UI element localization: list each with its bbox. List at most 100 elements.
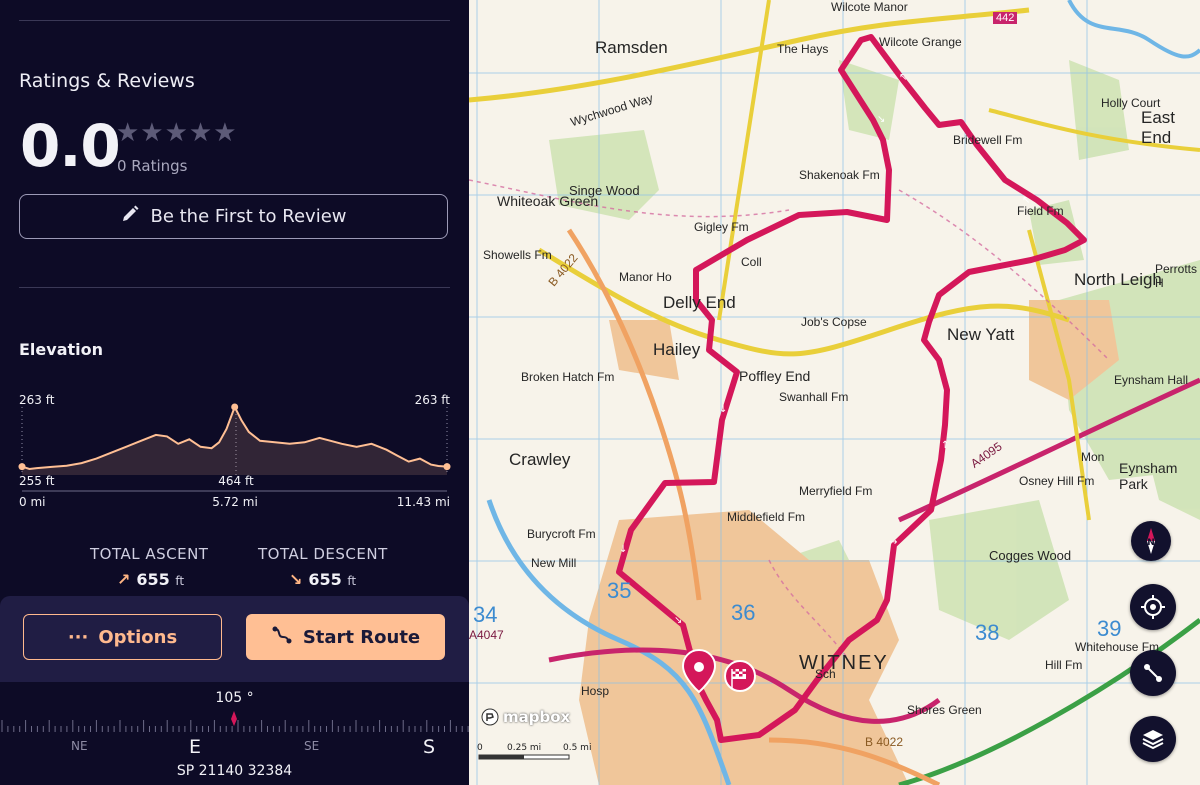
grid-number: 38 xyxy=(975,620,1000,645)
road-number: 442 xyxy=(993,12,1018,24)
grid-reference: SP 21140 32384 xyxy=(176,763,293,779)
map-label: Job's Copse xyxy=(801,315,867,329)
compass-e: E xyxy=(189,736,202,758)
map-label: Eynsham Park xyxy=(1119,460,1178,492)
start-route-button[interactable]: Start Route xyxy=(246,614,445,660)
town-area xyxy=(579,510,909,785)
map-label: Wilcote Grange xyxy=(879,35,962,49)
divider xyxy=(19,287,450,288)
road xyxy=(469,7,1030,103)
river xyxy=(1067,0,1200,59)
map-label: Burycroft Fm xyxy=(527,527,596,541)
more-icon: ··· xyxy=(67,626,89,648)
review-button-label: Be the First to Review xyxy=(150,206,347,227)
min-elevation-label: 255 ft xyxy=(19,474,55,488)
map-label: Hailey xyxy=(653,340,701,359)
compass-icon: N xyxy=(1147,528,1155,554)
map-compass-button[interactable]: N xyxy=(1131,521,1171,561)
map-view[interactable]: ↘ ↖ ↖ ↑ ↓ ↓ → ↘ Ramsden The Hays Wilcote… xyxy=(469,0,1200,785)
map-label: Wilcote Manor xyxy=(831,0,908,14)
map-label: New Mill xyxy=(531,556,577,570)
total-descent-label: TOTAL DESCENT xyxy=(258,545,388,563)
compass-s: S xyxy=(423,736,436,758)
map-label: Shakenoak Fm xyxy=(799,168,880,182)
route-arrow: ↑ xyxy=(941,440,949,451)
locate-button[interactable] xyxy=(1130,584,1176,630)
road xyxy=(717,0,771,321)
map-label: East End xyxy=(1141,108,1176,147)
grid-number: 34 xyxy=(473,602,498,627)
x-mid-label: 5.72 mi xyxy=(212,495,258,509)
map-label: The Hays xyxy=(777,42,829,56)
grid-number: 36 xyxy=(731,600,756,625)
map-label: Singe Wood xyxy=(569,183,640,198)
x-start-label: 0 mi xyxy=(19,495,45,509)
end-dot xyxy=(443,463,451,471)
rating-count: 0 Ratings xyxy=(117,157,188,175)
x-end-label: 11.43 mi xyxy=(397,495,450,509)
map-label: Eynsham Hall xyxy=(1114,373,1189,387)
crosshair-icon xyxy=(1141,595,1165,619)
map-label: Poffley End xyxy=(739,368,811,384)
map-label: North Leigh xyxy=(1074,270,1162,289)
map-label: Cogges Wood xyxy=(989,548,1072,563)
end-elevation-label: 263 ft xyxy=(415,393,451,407)
map-label: Showells Fm xyxy=(483,248,552,262)
map-label: Manor Ho xyxy=(619,270,672,284)
map-label: Bridewell Fm xyxy=(953,133,1023,147)
total-ascent-label: TOTAL ASCENT xyxy=(90,545,209,563)
map-label: Delly End xyxy=(663,293,736,312)
pencil-icon xyxy=(120,204,140,229)
scale-zero: 0 xyxy=(477,743,483,753)
descent-unit: ft xyxy=(347,574,357,588)
route-arrow: → xyxy=(889,537,897,548)
heading-value: 105 ° xyxy=(215,690,254,706)
route-arrow: ↖ xyxy=(899,72,907,83)
elevation-title: Elevation xyxy=(19,340,104,359)
map-label: Broken Hatch Fm xyxy=(521,370,615,384)
map-label: Field Fm xyxy=(1017,204,1064,218)
wood-area xyxy=(1069,60,1129,160)
route-icon xyxy=(271,625,293,650)
map-label: Mon xyxy=(1081,450,1105,464)
options-button[interactable]: ··· Options xyxy=(23,614,222,660)
start-dot xyxy=(18,463,26,471)
start-route-label: Start Route xyxy=(302,626,421,648)
start-elevation-label: 263 ft xyxy=(19,393,55,407)
map-label: Merryfield Fm xyxy=(799,484,873,498)
map-label: Perrotts H xyxy=(1155,262,1198,290)
route-overview-button[interactable] xyxy=(1130,650,1176,696)
svg-text:N: N xyxy=(1147,538,1155,548)
mapbox-icon xyxy=(481,708,499,726)
map-label: Osney Hill Fm xyxy=(1019,474,1095,488)
map-label: Swanhall Fm xyxy=(779,390,849,404)
elevation-area xyxy=(22,407,447,475)
map-label: New Yatt xyxy=(947,325,1015,344)
route-arrow: ↘ xyxy=(674,615,682,626)
layers-button[interactable] xyxy=(1130,716,1176,762)
route-arrow: ↓ xyxy=(719,404,727,415)
rating-value: 0.0 xyxy=(20,112,121,180)
map-label: B 4022 xyxy=(865,735,904,749)
review-button[interactable]: Be the First to Review xyxy=(19,194,448,239)
route-details-panel: Ratings & Reviews 0.0 ★★★★★ 0 Ratings Be… xyxy=(0,0,469,785)
heading-needle xyxy=(231,711,237,726)
scale-mid: 0.25 mi xyxy=(507,743,542,753)
map-label: Crawley xyxy=(509,450,571,469)
layers-icon xyxy=(1142,730,1164,750)
route-arrow: ↓ xyxy=(619,544,627,555)
map-label: Sch xyxy=(815,667,836,681)
map-label: Gigley Fm xyxy=(694,220,749,234)
map-label: WITNEY xyxy=(799,652,889,674)
divider xyxy=(19,20,450,21)
mapbox-text: mapbox xyxy=(503,708,571,726)
scale-end: 0.5 mi xyxy=(563,743,592,753)
mapbox-logo: mapbox xyxy=(481,708,570,726)
map-label: Hosp xyxy=(581,684,610,698)
options-label: Options xyxy=(98,626,178,648)
map-label: Ramsden xyxy=(595,38,668,57)
route-arrow: ↘ xyxy=(877,114,885,125)
ascent-unit: ft xyxy=(175,574,185,588)
grid-number: 39 xyxy=(1097,616,1122,641)
map-scale: 0 0.25 mi 0.5 mi xyxy=(477,743,597,766)
